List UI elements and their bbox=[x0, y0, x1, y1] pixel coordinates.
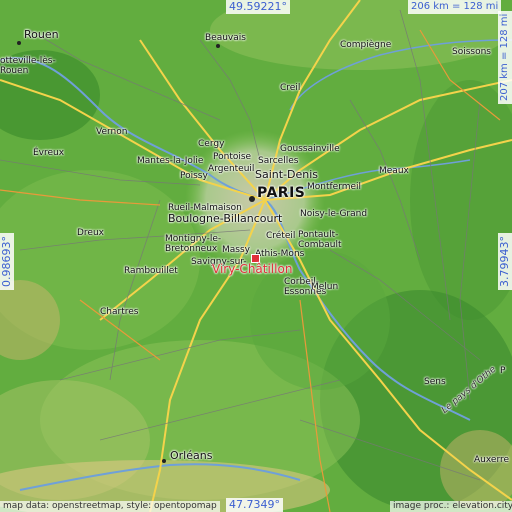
place-sens[interactable]: Sens bbox=[424, 377, 446, 387]
place-auxerre[interactable]: Auxerre bbox=[474, 455, 509, 465]
place-soissons[interactable]: Soissons bbox=[452, 47, 491, 57]
place-rouen[interactable]: Rouen bbox=[24, 29, 59, 40]
paris-dot bbox=[249, 196, 255, 202]
place-pontoise[interactable]: Pontoise bbox=[213, 152, 251, 162]
coord-right: 3.79943° bbox=[498, 233, 512, 290]
orleans-dot bbox=[162, 459, 166, 463]
place-saintdenis[interactable]: Saint-Denis bbox=[255, 169, 318, 180]
place-melun[interactable]: Melun bbox=[311, 282, 338, 292]
place-paris[interactable]: PARIS bbox=[257, 186, 305, 200]
place-chartres[interactable]: Chartres bbox=[100, 307, 138, 317]
place-mantes[interactable]: Mantes-la-Jolie bbox=[137, 156, 203, 166]
place-orleans[interactable]: Orléans bbox=[170, 450, 212, 461]
coord-bottom: 47.7349° bbox=[226, 498, 283, 512]
place-sotteville[interactable]: otteville-lès- Rouen bbox=[0, 56, 56, 76]
scale-vertical: 207 km = 128 mi bbox=[498, 10, 512, 104]
rouen-dot bbox=[17, 41, 21, 45]
place-creteil[interactable]: Créteil bbox=[266, 231, 295, 241]
coord-top: 49.59221° bbox=[226, 0, 290, 14]
place-pontault[interactable]: Pontault- Combault bbox=[298, 230, 342, 250]
place-cergy[interactable]: Cergy bbox=[198, 139, 224, 149]
place-poissy[interactable]: Poissy bbox=[180, 171, 208, 181]
place-creil[interactable]: Creil bbox=[280, 83, 300, 93]
place-massy[interactable]: Massy bbox=[222, 245, 250, 255]
place-argenteuil[interactable]: Argenteuil bbox=[208, 164, 254, 174]
place-goussainville[interactable]: Goussainville bbox=[280, 144, 340, 154]
attribution-map-data[interactable]: map data: openstreetmap, style: opentopo… bbox=[0, 501, 220, 512]
place-beauvais[interactable]: Beauvais bbox=[205, 33, 246, 43]
place-evreux[interactable]: Évreux bbox=[33, 148, 64, 158]
place-dreux[interactable]: Dreux bbox=[77, 228, 104, 238]
place-montfermeil[interactable]: Montfermeil bbox=[307, 182, 361, 192]
place-p: P bbox=[500, 366, 506, 376]
place-boulogne[interactable]: Boulogne-Billancourt bbox=[168, 213, 282, 224]
scale-horizontal: 206 km = 128 mi bbox=[408, 0, 502, 14]
place-noisy[interactable]: Noisy-le-Grand bbox=[300, 209, 367, 219]
coord-left: 0.98693° bbox=[0, 233, 14, 290]
beauvais-dot bbox=[216, 44, 220, 48]
place-meaux[interactable]: Meaux bbox=[379, 166, 409, 176]
place-athis[interactable]: Athis-Mons bbox=[255, 249, 304, 259]
highlight-city-label[interactable]: Viry-Châtillon bbox=[212, 262, 292, 276]
place-sarcelles[interactable]: Sarcelles bbox=[258, 156, 298, 166]
place-rambouillet[interactable]: Rambouillet bbox=[124, 266, 178, 276]
map-canvas[interactable]: Rouen otteville-lès- Rouen Beauvais Comp… bbox=[0, 0, 512, 512]
place-montigny[interactable]: Montigny-le- Bretonneux bbox=[165, 234, 221, 254]
attribution-image-proc[interactable]: image proc.: elevation.city bbox=[390, 501, 512, 512]
place-vernon[interactable]: Vernon bbox=[96, 127, 127, 137]
place-compiegne[interactable]: Compiègne bbox=[340, 40, 391, 50]
